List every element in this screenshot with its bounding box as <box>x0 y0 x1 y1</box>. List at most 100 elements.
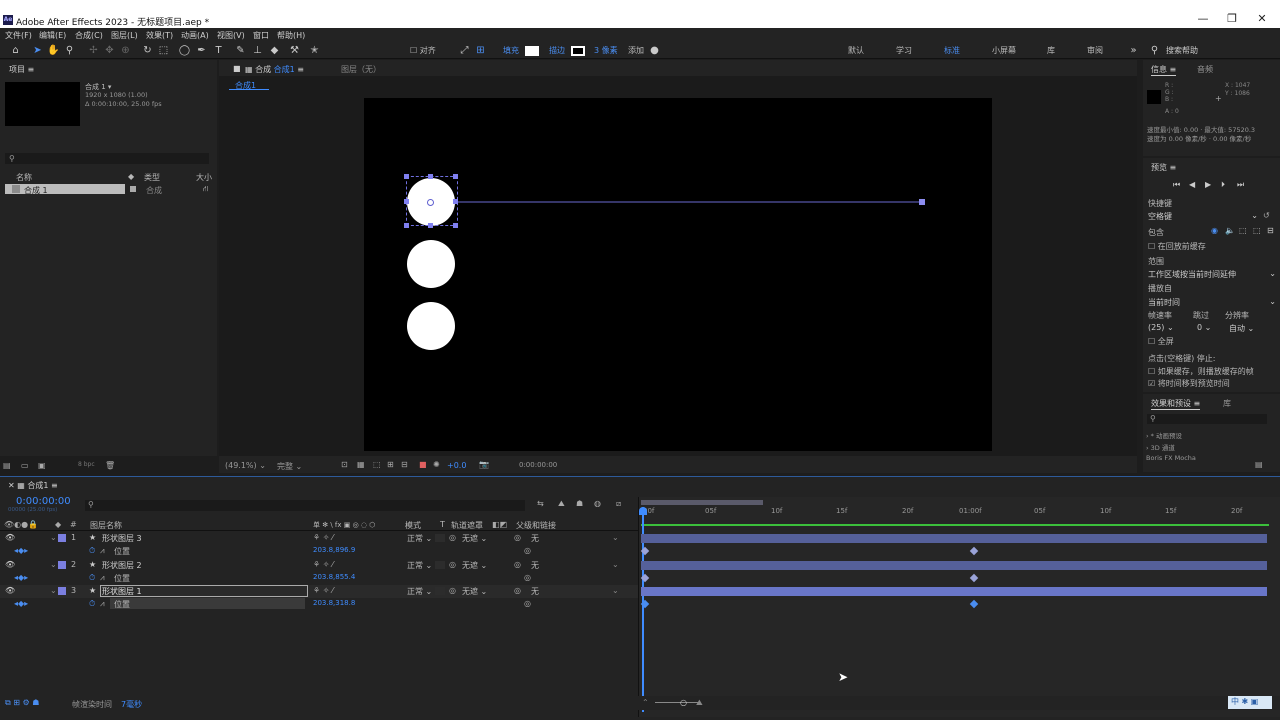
type-tool-icon[interactable]: T <box>212 44 225 57</box>
preserve-transparency[interactable] <box>435 534 445 542</box>
zoom-dropdown[interactable]: (49.1%) ⌄ <box>225 461 266 470</box>
project-search-input[interactable] <box>5 153 209 164</box>
expression-pickwhip-icon[interactable]: ◎ <box>524 573 531 582</box>
matte-icons[interactable]: ◧◩ <box>492 520 507 529</box>
keyframe-2b[interactable] <box>969 573 979 583</box>
stroke-label[interactable]: 描边 <box>549 45 565 56</box>
effects-tab[interactable]: 效果和预设 ≡ <box>1151 398 1201 410</box>
effects-item-presets[interactable]: › * 动画预设 <box>1146 430 1182 440</box>
fps-select[interactable]: (25) ⌄ <box>1148 323 1174 332</box>
dolly-tool-icon[interactable]: ⊕ <box>119 44 132 57</box>
matte-pickwhip-icon[interactable]: ◎ <box>449 533 456 542</box>
stopwatch-icon[interactable]: ⏱ <box>89 599 95 609</box>
first-frame-icon[interactable]: ⏮ <box>1173 180 1180 190</box>
col-mode[interactable]: 模式 <box>405 520 421 531</box>
pen-tool-icon[interactable]: ✒ <box>195 44 208 57</box>
position-value[interactable]: 203.8,318.8 <box>313 599 355 607</box>
align-toggle[interactable]: ☐ 对齐 <box>410 45 436 56</box>
expand-layer-icon[interactable]: ⌄ <box>50 560 57 569</box>
layer-mode[interactable]: 正常 ⌄ <box>407 560 432 571</box>
layer-label-color[interactable] <box>58 587 66 595</box>
snapshot-icon[interactable]: 📷 <box>479 460 489 469</box>
workspace-default[interactable]: 默认 <box>848 45 864 56</box>
menu-help[interactable]: 帮助(H) <box>277 30 305 41</box>
range-select[interactable]: 工作区域按当前时间延伸 ⌄ <box>1148 269 1276 280</box>
work-area-bar[interactable] <box>641 524 1269 526</box>
roto-brush-icon[interactable]: ⚒ <box>288 44 301 57</box>
playhead-handle[interactable] <box>639 507 647 515</box>
workspace-standard[interactable]: 标准 <box>944 45 960 56</box>
include-video-icon[interactable]: ◉ <box>1211 226 1218 235</box>
layer-bar-3[interactable] <box>641 587 1267 596</box>
motion-blur-icon[interactable]: ◍ <box>594 499 601 508</box>
snap-icon[interactable]: ⤢ <box>458 44 471 57</box>
next-frame-icon[interactable]: ⏵ <box>1221 180 1225 190</box>
col-size[interactable]: 大小 <box>196 172 212 183</box>
layer-matte[interactable]: 无遮 ⌄ <box>462 586 487 597</box>
include-audio-icon[interactable]: 🔈 <box>1225 226 1235 235</box>
layer-parent[interactable]: 无 <box>531 586 539 597</box>
pan-tool-icon[interactable]: ✥ <box>103 44 116 57</box>
exposure-value[interactable]: +0.0 <box>447 461 466 470</box>
col-parent[interactable]: 父级和链接 <box>516 520 556 531</box>
graph-icon[interactable]: ⩘ <box>100 599 105 609</box>
layer-parent[interactable]: 无 <box>531 560 539 571</box>
grid-guides-icon[interactable]: ⊞ <box>387 460 394 469</box>
number-column[interactable]: # <box>70 520 77 529</box>
preview-tab[interactable]: 预览 ≡ <box>1151 162 1176 173</box>
col-switches[interactable]: 单 ✻ \ fx ▣ ◎ ◌ ⬡ <box>313 520 375 530</box>
skip-select[interactable]: 0 ⌄ <box>1197 323 1211 332</box>
shortcut-select[interactable]: 空格键 ⌄ <box>1148 211 1258 222</box>
resolution-dropdown[interactable]: 完整 ⌄ <box>277 461 302 472</box>
zoom-slider[interactable] <box>655 702 700 703</box>
circle-layer-3[interactable] <box>407 302 455 350</box>
layer-mode[interactable]: 正常 ⌄ <box>407 533 432 544</box>
position-value[interactable]: 203.8,855.4 <box>313 573 355 581</box>
transform-handle[interactable] <box>428 223 433 228</box>
zoom-slider-handle[interactable]: ○ <box>680 698 687 707</box>
mask-visibility-icon[interactable]: ⬚ <box>373 460 381 469</box>
last-frame-icon[interactable]: ⏭ <box>1237 180 1244 190</box>
fullscreen-checkbox[interactable]: ☐ 全屏 <box>1148 336 1174 347</box>
minimize-icon[interactable]: — <box>1193 12 1213 25</box>
expand-layer-icon[interactable]: ⌄ <box>50 586 57 595</box>
menu-edit[interactable]: 编辑(E) <box>39 30 66 41</box>
comp-panel-tab[interactable]: ▦ 合成 合成1 ≡ <box>245 64 304 75</box>
new-bin-icon[interactable]: ▤ <box>1255 460 1263 469</box>
col-name[interactable]: 名称 <box>16 172 32 183</box>
circle-layer-2[interactable] <box>407 240 455 288</box>
layer-label-color[interactable] <box>58 561 66 569</box>
menu-effect[interactable]: 效果(T) <box>146 30 173 41</box>
cache-frames-checkbox[interactable]: ☐ 如果缓存，则播放缓存的帧 <box>1148 366 1254 377</box>
add-label[interactable]: 添加 <box>628 45 644 56</box>
transform-handle[interactable] <box>428 174 433 179</box>
footer-toggle-icons[interactable]: ⧉ ⊞ ⚙ ☗ <box>5 698 39 708</box>
library-tab[interactable]: 库 <box>1223 398 1231 409</box>
clone-tool-icon[interactable]: ⊥ <box>251 44 264 57</box>
graph-icon[interactable]: ⩘ <box>100 573 105 583</box>
menu-composition[interactable]: 合成(C) <box>75 30 103 41</box>
stopwatch-icon[interactable]: ⏱ <box>89 546 95 556</box>
layer-switches[interactable]: ⚘ ✧ ⁄ <box>313 533 333 542</box>
label-column-icon[interactable]: ◆ <box>55 520 61 529</box>
close-icon[interactable]: ✕ <box>1252 12 1272 25</box>
effects-item-mocha[interactable]: Boris FX Mocha <box>1146 454 1196 462</box>
reset-icon[interactable]: ↺ <box>1263 211 1270 220</box>
transform-handle[interactable] <box>404 223 409 228</box>
comp-timecode[interactable]: 0:00:00:00 <box>519 461 557 469</box>
menu-file[interactable]: 文件(F) <box>5 30 32 41</box>
parent-dropdown-icon[interactable]: ⌄ <box>612 560 619 569</box>
layer-panel-tab[interactable]: 图层（无） <box>341 64 381 75</box>
snap-options-icon[interactable]: ⊞ <box>474 44 487 57</box>
draft-3d-icon[interactable]: ⛰ <box>558 499 565 509</box>
layer-mode[interactable]: 正常 ⌄ <box>407 586 432 597</box>
stroke-width[interactable]: 3 像素 <box>594 45 618 56</box>
preserve-transparency[interactable] <box>435 561 445 569</box>
pan-behind-tool-icon[interactable]: ⬚ <box>157 44 170 57</box>
res-select[interactable]: 自动 ⌄ <box>1229 323 1254 334</box>
menu-animation[interactable]: 动画(A) <box>181 30 209 41</box>
exposure-icon[interactable]: ✺ <box>433 460 440 469</box>
zoom-out-icon[interactable]: ⌃ <box>642 698 649 707</box>
layer-row-1[interactable]: 👁 ⌄ 1 ★ 形状图层 3 ⚘ ✧ ⁄ 正常 ⌄ ◎ 无遮 ⌄ ◎ 无 ⌄ <box>0 532 638 545</box>
parent-pickwhip-icon[interactable]: ◎ <box>514 533 521 542</box>
